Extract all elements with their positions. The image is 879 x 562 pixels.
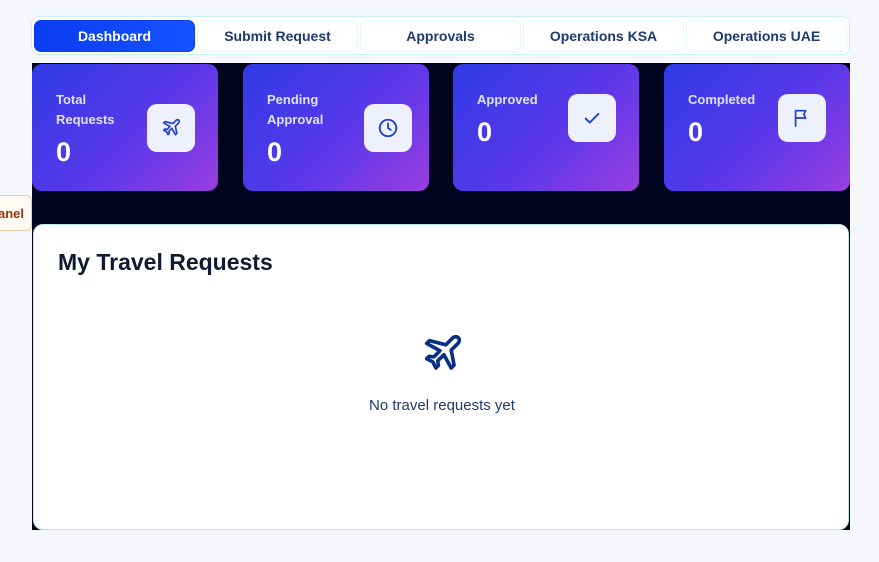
stat-value: 0 (56, 137, 72, 167)
panel-title: My Travel Requests (58, 249, 273, 275)
stat-value: 0 (688, 117, 704, 147)
stat-label: Pending Approval (267, 92, 324, 127)
flag-icon (778, 94, 826, 142)
side-panel-label: anel (0, 205, 24, 221)
main-tab-bar: Dashboard Submit Request Approvals Opera… (31, 16, 850, 55)
stat-card-completed: Completed 0 (664, 64, 850, 191)
tab-approvals[interactable]: Approvals (360, 19, 521, 52)
stat-value: 0 (477, 117, 493, 147)
stat-card-total-requests: Total Requests 0 (32, 64, 218, 191)
stat-label: Approved (477, 92, 538, 107)
side-panel-toggle[interactable]: anel (0, 195, 32, 231)
clock-icon (364, 104, 412, 152)
travel-requests-panel: My Travel Requests No travel requests ye… (33, 224, 849, 530)
stat-card-approved: Approved 0 (453, 64, 639, 191)
tab-dashboard[interactable]: Dashboard (34, 19, 195, 52)
airplane-icon (147, 104, 195, 152)
tab-submit-request[interactable]: Submit Request (197, 19, 358, 52)
check-icon (568, 94, 616, 142)
stat-value: 0 (267, 137, 283, 167)
stat-label: Completed (688, 92, 756, 107)
stat-card-pending-approval: Pending Approval 0 (243, 64, 429, 191)
tab-operations-ksa[interactable]: Operations KSA (523, 19, 684, 52)
empty-state-message: No travel requests yet (369, 397, 515, 414)
stat-label: Total Requests (56, 92, 115, 127)
airplane-icon (419, 331, 465, 377)
tab-operations-uae[interactable]: Operations UAE (686, 19, 847, 52)
